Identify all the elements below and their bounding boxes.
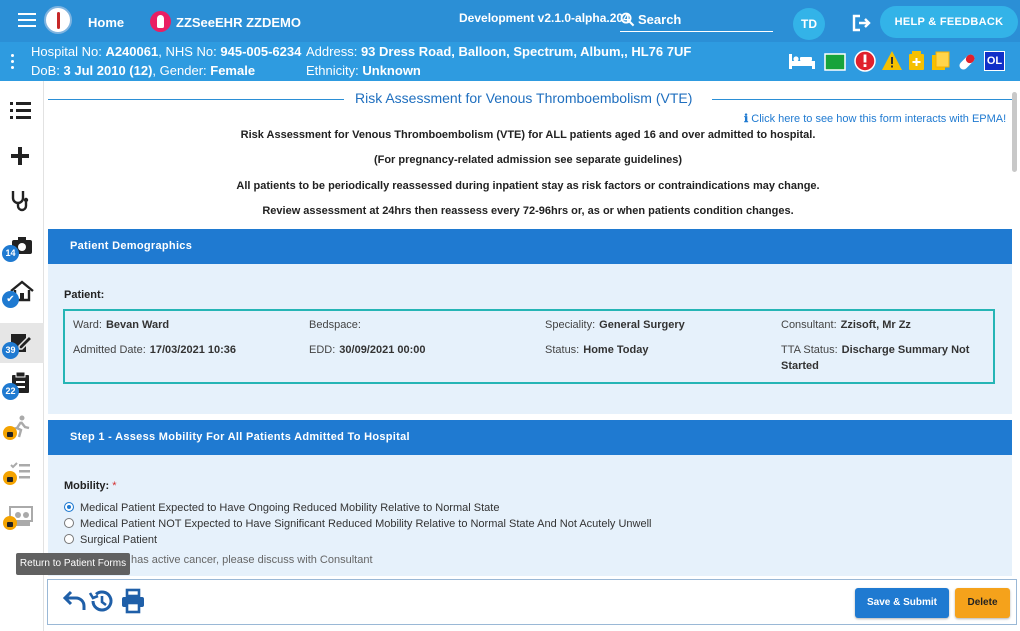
save-submit-button[interactable]: Save & Submit bbox=[855, 588, 949, 618]
more-options-icon[interactable] bbox=[11, 54, 15, 72]
intro-line-3: All patients to be periodically reassess… bbox=[236, 180, 820, 192]
gender-value: Female bbox=[210, 63, 256, 78]
search-placeholder: Search bbox=[638, 12, 682, 27]
banner-ethnicity: Ethnicity: Unknown bbox=[306, 63, 421, 78]
sidebar-item-clinical[interactable] bbox=[8, 188, 36, 216]
sidebar-item-mobility[interactable] bbox=[3, 414, 36, 442]
step1-header[interactable]: Step 1 - Assess Mobility For All Patient… bbox=[48, 420, 1012, 455]
address-value: 93 Dress Road, Balloon, Spectrum, Album,… bbox=[360, 44, 692, 59]
medication-icon[interactable] bbox=[908, 51, 925, 74]
history-icon[interactable] bbox=[88, 588, 114, 614]
dob-value: 3 Jul 2010 (12) bbox=[63, 63, 153, 78]
undo-icon[interactable] bbox=[62, 588, 88, 614]
warning-icon[interactable] bbox=[881, 50, 903, 74]
sidebar-item-tasks[interactable]: 22 bbox=[2, 371, 36, 400]
ol-badge[interactable]: OL bbox=[984, 51, 1005, 71]
banner-ids: Hospital No: A240061, NHS No: 945-005-62… bbox=[31, 44, 302, 59]
tta-field-cont: Started bbox=[781, 360, 819, 372]
intro-line-1: Risk Assessment for Venous Thromboemboli… bbox=[240, 129, 816, 141]
sidebar-item-checklist[interactable] bbox=[3, 459, 36, 487]
user-avatar[interactable]: TD bbox=[793, 8, 825, 40]
intro-line-4: Review assessment at 24hrs then reassess… bbox=[262, 205, 794, 217]
sidebar-item-photos[interactable]: 14 bbox=[2, 233, 36, 262]
epma-info-link[interactable]: ℹ Click here to see how this form intera… bbox=[744, 112, 1006, 125]
search-icon bbox=[620, 12, 635, 27]
tooltip-return-to-forms: Return to Patient Forms bbox=[16, 553, 130, 575]
hospital-no-label: Hospital No: bbox=[31, 44, 102, 59]
lock-icon bbox=[3, 516, 17, 530]
dob-label: DoB: bbox=[31, 63, 60, 78]
consultant-field: Consultant: Zzisoft, Mr Zz bbox=[781, 319, 911, 331]
check-icon: ✔ bbox=[2, 291, 19, 308]
edd-field: EDD: 30/09/2021 00:00 bbox=[309, 344, 426, 356]
ethnicity-label: Ethnicity: bbox=[306, 63, 359, 78]
radio-unselected[interactable] bbox=[64, 534, 74, 544]
patient-name[interactable]: ZZSeeEHR ZZDEMO bbox=[176, 15, 301, 30]
home-link[interactable]: Home bbox=[88, 15, 124, 30]
lock-icon bbox=[3, 471, 17, 485]
form-footer: Save & Submit Delete bbox=[47, 579, 1017, 625]
plus-icon bbox=[11, 147, 29, 165]
bed-icon[interactable] bbox=[788, 52, 816, 73]
address-label: Address: bbox=[306, 44, 358, 59]
gender-label: Gender: bbox=[159, 63, 207, 78]
list-icon bbox=[10, 102, 31, 119]
photos-count-badge: 14 bbox=[2, 245, 19, 262]
banner-address: Address: 93 Dress Road, Balloon, Spectru… bbox=[306, 44, 691, 59]
search-input[interactable]: Search bbox=[620, 11, 773, 32]
bedspace-field: Bedspace: bbox=[309, 319, 361, 331]
epma-link-text: Click here to see how this form interact… bbox=[751, 113, 1007, 125]
sidebar-item-home[interactable]: ✔ bbox=[2, 279, 36, 308]
nhs-no: 945-005-6234 bbox=[220, 44, 302, 59]
speciality-field: Speciality: General Surgery bbox=[545, 319, 685, 331]
form-title: Risk Assessment for Venous Thromboemboli… bbox=[355, 90, 693, 106]
menu-icon[interactable] bbox=[18, 13, 36, 27]
app-logo bbox=[44, 6, 72, 34]
status-field: Status: Home Today bbox=[545, 344, 649, 356]
sidebar-item-add[interactable] bbox=[8, 144, 36, 172]
print-icon[interactable] bbox=[120, 588, 146, 614]
pill-icon[interactable] bbox=[956, 51, 978, 76]
mobility-option-3[interactable]: Surgical Patient bbox=[64, 534, 157, 546]
logout-icon[interactable] bbox=[852, 14, 872, 32]
mobility-label: Mobility: * bbox=[64, 480, 117, 492]
ethnicity-value: Unknown bbox=[362, 63, 421, 78]
alert-icon[interactable] bbox=[854, 50, 876, 75]
ward-field: Ward: Bevan Ward bbox=[73, 319, 170, 331]
info-icon: ℹ bbox=[744, 112, 749, 125]
banner-dob: DoB: 3 Jul 2010 (12), Gender: Female bbox=[31, 63, 256, 78]
radio-selected[interactable] bbox=[64, 502, 74, 512]
patient-banner: Hospital No: A240061, NHS No: 945-005-62… bbox=[0, 42, 1020, 81]
intro-line-2: (For pregnancy-related admission see sep… bbox=[373, 154, 683, 166]
nhs-no-label: NHS No: bbox=[165, 44, 217, 59]
sidebar-item-list[interactable] bbox=[8, 99, 36, 127]
mobility-option-2[interactable]: Medical Patient NOT Expected to Have Sig… bbox=[64, 518, 651, 530]
tta-field: TTA Status: Discharge Summary Not bbox=[781, 344, 970, 356]
scrollbar[interactable] bbox=[1012, 92, 1017, 172]
cancer-note: has active cancer, please discuss with C… bbox=[131, 554, 373, 566]
sidebar-item-group[interactable] bbox=[3, 504, 36, 532]
admitted-field: Admitted Date: 17/03/2021 10:36 bbox=[73, 344, 237, 356]
tasks-count-badge: 22 bbox=[2, 383, 19, 400]
form-title-bar: Risk Assessment for Venous Thromboemboli… bbox=[44, 89, 1014, 109]
documents-icon[interactable] bbox=[931, 51, 951, 74]
female-patient-icon bbox=[150, 11, 171, 32]
demographics-header[interactable]: Patient Demographics bbox=[48, 229, 1012, 264]
patient-label: Patient: bbox=[64, 289, 105, 301]
version-label: Development v2.1.0-alpha.204 bbox=[459, 11, 630, 25]
sidebar: 14 ✔ 39 22 bbox=[0, 81, 44, 631]
help-feedback-button[interactable]: HELP & FEEDBACK bbox=[880, 6, 1018, 38]
green-flag-icon[interactable] bbox=[824, 53, 846, 74]
demographics-box: Ward: Bevan Ward Bedspace: Speciality: Gen… bbox=[63, 309, 995, 384]
delete-button[interactable]: Delete bbox=[955, 588, 1010, 618]
form-area: Risk Assessment for Venous Thromboemboli… bbox=[44, 81, 1020, 576]
radio-unselected[interactable] bbox=[64, 518, 74, 528]
forms-count-badge: 39 bbox=[2, 342, 19, 359]
hospital-no: A240061 bbox=[105, 44, 159, 59]
stethoscope-icon bbox=[11, 191, 29, 212]
lock-icon bbox=[3, 426, 17, 440]
top-bar: Home ZZSeeEHR ZZDEMO Development v2.1.0-… bbox=[0, 0, 1020, 42]
sidebar-item-forms[interactable]: 39 bbox=[0, 323, 44, 363]
mobility-option-1[interactable]: Medical Patient Expected to Have Ongoing… bbox=[64, 502, 499, 514]
